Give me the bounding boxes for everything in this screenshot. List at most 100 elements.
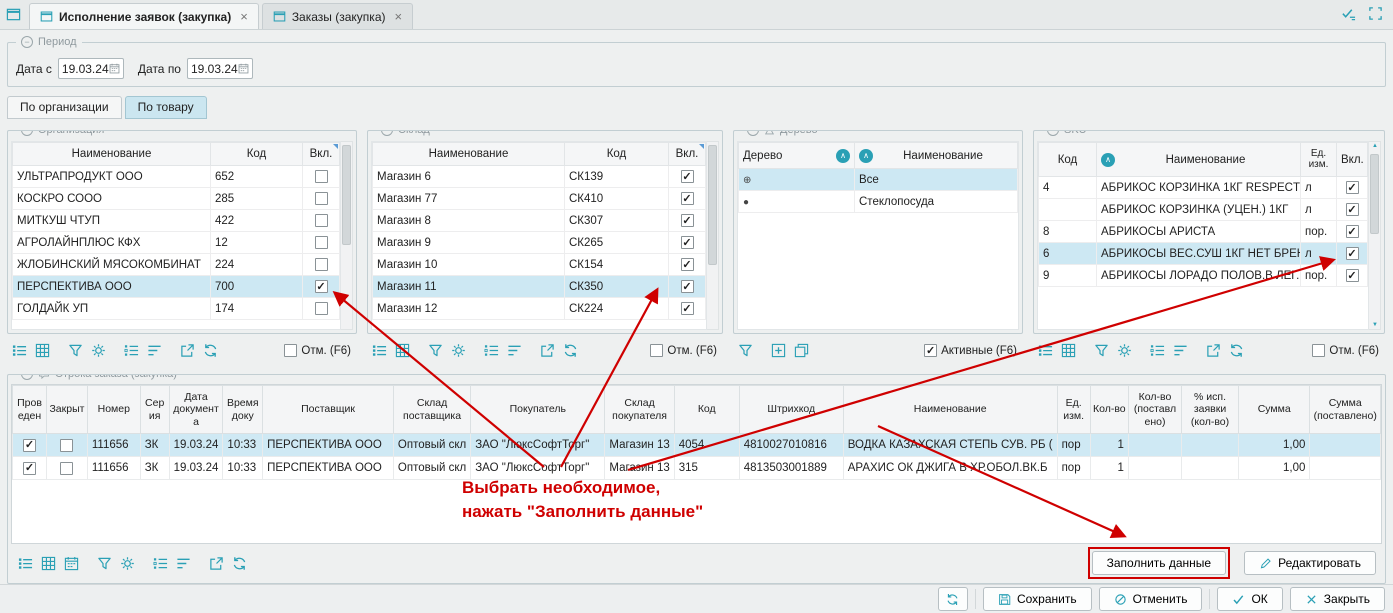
include-checkbox[interactable] xyxy=(315,192,328,205)
include-checkbox[interactable] xyxy=(315,280,328,293)
column-header-name[interactable]: Наименование xyxy=(373,143,565,166)
include-checkbox[interactable] xyxy=(1346,225,1359,238)
sku-row[interactable]: АБРИКОС КОРЗИНКА (УЦЕН.) 1КГ л xyxy=(1039,199,1368,221)
cancel-button[interactable]: Отменить xyxy=(1099,587,1203,611)
sort-filter-icon[interactable] xyxy=(504,341,525,360)
numbered-list-icon[interactable] xyxy=(121,341,142,360)
list-view-icon[interactable] xyxy=(15,554,36,573)
edit-button[interactable]: Редактировать xyxy=(1244,551,1376,575)
order-column-header[interactable]: Поставщик xyxy=(263,386,394,434)
sort-ascending-icon[interactable] xyxy=(1101,153,1115,167)
include-checkbox[interactable] xyxy=(681,192,694,205)
sort-filter-icon[interactable] xyxy=(144,341,165,360)
include-checkbox[interactable] xyxy=(1346,181,1359,194)
organization-row[interactable]: ГОЛДАЙК УП 174 xyxy=(13,298,340,320)
sort-ascending-icon[interactable] xyxy=(859,149,873,163)
order-column-header[interactable]: Проведен xyxy=(13,386,47,434)
include-checkbox[interactable] xyxy=(315,170,328,183)
order-column-header[interactable]: Ед. изм. xyxy=(1057,386,1090,434)
sort-ascending-icon[interactable] xyxy=(836,149,850,163)
fullscreen-icon[interactable] xyxy=(1368,6,1383,21)
filter-icon[interactable] xyxy=(1091,341,1112,360)
order-line-row[interactable]: 111656 ЗК 19.03.24 10:33 ПЕРСПЕКТИВА ООО… xyxy=(13,434,1381,457)
order-column-header[interactable]: Серия xyxy=(140,386,169,434)
refresh-icon[interactable] xyxy=(229,554,250,573)
order-column-header[interactable]: Наименование xyxy=(843,386,1057,434)
organization-row[interactable]: МИТКУШ ЧТУП 422 xyxy=(13,210,340,232)
warehouse-row[interactable]: Магазин 6 СК139 xyxy=(373,166,706,188)
close-button[interactable]: Закрыть xyxy=(1290,587,1385,611)
vertical-scrollbar[interactable] xyxy=(1369,141,1381,330)
numbered-list-icon[interactable] xyxy=(481,341,502,360)
organization-row[interactable]: АГРОЛАЙНПЛЮС КФХ 12 xyxy=(13,232,340,254)
include-checkbox[interactable] xyxy=(315,236,328,249)
include-checkbox[interactable] xyxy=(681,214,694,227)
organization-row[interactable]: ПЕРСПЕКТИВА ООО 700 xyxy=(13,276,340,298)
order-column-header[interactable]: Дата документа xyxy=(169,386,223,434)
sort-filter-icon[interactable] xyxy=(1170,341,1191,360)
refresh-icon[interactable] xyxy=(1226,341,1247,360)
collapse-icon[interactable] xyxy=(21,374,33,380)
include-checkbox[interactable] xyxy=(1346,269,1359,282)
order-column-header[interactable]: Сумма xyxy=(1239,386,1310,434)
refresh-icon[interactable] xyxy=(200,341,221,360)
grid-view-icon[interactable] xyxy=(32,341,53,360)
export-icon[interactable] xyxy=(537,341,558,360)
include-checkbox[interactable] xyxy=(681,236,694,249)
settings-icon[interactable] xyxy=(88,341,109,360)
organization-row[interactable]: КОСКРО СООО 285 xyxy=(13,188,340,210)
collapse-icon[interactable] xyxy=(21,36,33,48)
order-column-header[interactable]: Кол-во xyxy=(1090,386,1128,434)
tree-node-icon[interactable]: ● xyxy=(743,197,749,208)
refresh-button[interactable] xyxy=(938,587,968,611)
settings-icon[interactable] xyxy=(448,341,469,360)
calendar-icon[interactable] xyxy=(238,63,249,74)
posted-checkbox[interactable] xyxy=(23,439,36,452)
include-checkbox[interactable] xyxy=(1346,203,1359,216)
save-button[interactable]: Сохранить xyxy=(983,587,1092,611)
column-header-name[interactable]: Наименование xyxy=(13,143,211,166)
include-checkbox[interactable] xyxy=(1346,247,1359,260)
numbered-list-icon[interactable] xyxy=(1147,341,1168,360)
order-column-header[interactable]: % исп. заявки (кол-во) xyxy=(1182,386,1239,434)
collapse-icon[interactable] xyxy=(1047,130,1059,136)
include-checkbox[interactable] xyxy=(681,258,694,271)
warehouse-row[interactable]: Магазин 12 СК224 xyxy=(373,298,706,320)
sku-row[interactable]: 4 АБРИКОС КОРЗИНКА 1КГ RESPECT л xyxy=(1039,177,1368,199)
include-checkbox[interactable] xyxy=(681,170,694,183)
warehouse-row[interactable]: Магазин 77 СК410 xyxy=(373,188,706,210)
grid-view-icon[interactable] xyxy=(392,341,413,360)
tree-node-icon[interactable]: ⊕ xyxy=(743,175,751,186)
filter-icon[interactable] xyxy=(735,341,756,360)
grid-view-icon[interactable] xyxy=(1058,341,1079,360)
filter-icon[interactable] xyxy=(65,341,86,360)
mark-f6-checkbox[interactable]: Отм. (F6) xyxy=(284,344,351,357)
filter-icon[interactable] xyxy=(425,341,446,360)
vertical-scrollbar[interactable] xyxy=(341,141,353,330)
tab-by-product[interactable]: По товару xyxy=(125,96,207,119)
posted-checkbox[interactable] xyxy=(23,462,36,475)
column-header-code[interactable]: Код xyxy=(565,143,669,166)
order-column-header[interactable]: Время доку xyxy=(223,386,263,434)
order-column-header[interactable]: Склад поставщика xyxy=(393,386,470,434)
column-header-code[interactable]: Код xyxy=(211,143,303,166)
export-icon[interactable] xyxy=(177,341,198,360)
tab-by-organization[interactable]: По организации xyxy=(7,96,122,119)
organization-row[interactable]: ЖЛОБИНСКИЙ МЯСОКОМБИНАТ 224 xyxy=(13,254,340,276)
sku-row[interactable]: 8 АБРИКОСЫ АРИСТА пор. xyxy=(1039,221,1368,243)
column-header-name[interactable]: Наименование xyxy=(855,143,1018,169)
tab-orders[interactable]: Заказы (закупка) × xyxy=(262,3,413,29)
sku-row[interactable]: 6 АБРИКОСЫ ВЕС.СУШ 1КГ НЕТ БРЕНД л xyxy=(1039,243,1368,265)
column-header-incl[interactable]: Вкл. xyxy=(669,143,706,166)
collapse-icon[interactable] xyxy=(381,130,393,136)
column-header-name[interactable]: Наименование xyxy=(1097,143,1301,177)
list-view-icon[interactable] xyxy=(9,341,30,360)
active-f6-checkbox[interactable]: Активные (F6) xyxy=(924,344,1017,357)
filter-icon[interactable] xyxy=(94,554,115,573)
warehouse-row[interactable]: Магазин 10 СК154 xyxy=(373,254,706,276)
sort-filter-icon[interactable] xyxy=(173,554,194,573)
tree-row[interactable]: ● Стеклопосуда xyxy=(739,191,1018,213)
order-column-header[interactable]: Сумма (поставлено) xyxy=(1310,386,1381,434)
include-checkbox[interactable] xyxy=(681,302,694,315)
include-checkbox[interactable] xyxy=(315,258,328,271)
